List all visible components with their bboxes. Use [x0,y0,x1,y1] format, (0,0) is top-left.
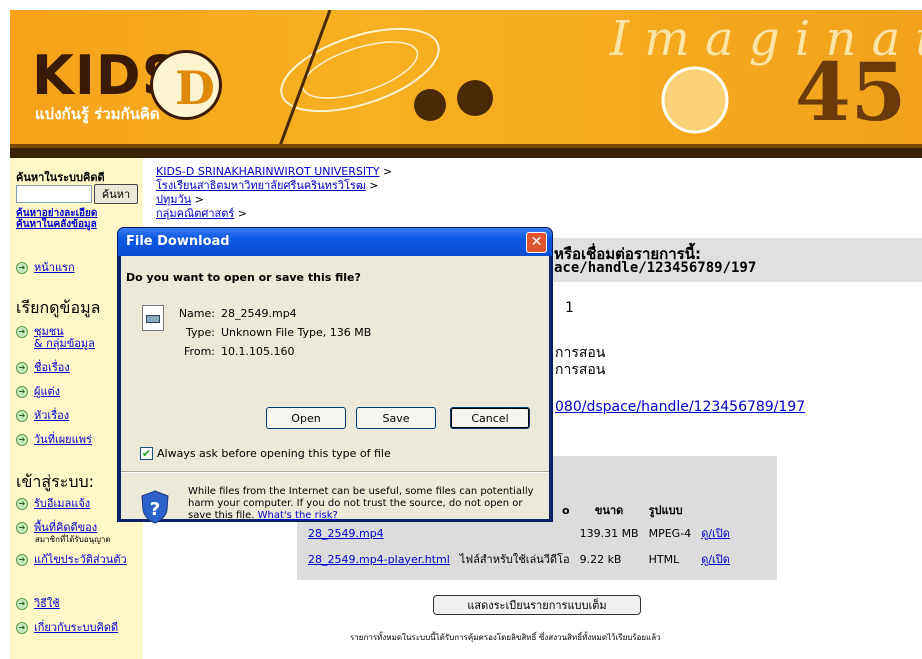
open-button[interactable]: Open [266,407,346,429]
sidebar-item-authors[interactable]: ➔ ผู้แต่ง [16,382,60,400]
breadcrumb: KIDS-D SRINAKHARINWIROT UNIVERSITY > โรง… [156,165,393,220]
dialog-question: Do you want to open or save this file? [126,271,361,284]
banner-artwork: I m a g i n a t i o 45 [278,10,922,146]
sidebar-search-input[interactable] [16,185,92,203]
logo-d-letter: D [175,61,215,115]
dialog-body: Do you want to open or save this file? N… [121,256,549,524]
table-row: 28_2549.mp4 139.31 MB MPEG-4 ดู/เปิด [303,520,735,546]
banner-bottom-bar [10,148,922,158]
copyright-notice: รายการทั้งหมดในระบบนี้ได้รับการคุ้มครองโ… [350,633,661,642]
file-description [455,520,575,546]
dialog-titlebar[interactable]: File Download ✕ [118,228,552,256]
sidebar-item-collections[interactable]: & กลุ่มข้อมูล [34,334,95,352]
site-banner: I m a g i n a t i o 45 KIDS D แบ่งกันรู้… [10,10,922,158]
sidebar-item-edit-profile[interactable]: ➔ แก้ไขประวัติส่วนตัว [16,550,127,568]
shield-icon: ? [141,490,169,524]
members-note: สมาชิกที่ได้รับอนุญาต [35,535,111,544]
item-field-value: 1 [565,300,574,316]
always-ask-checkbox[interactable]: ✔ [140,447,153,460]
dialog-divider [121,471,549,473]
file-format: HTML [648,552,680,566]
item-uri-link[interactable]: 080/dspace/handle/123456789/197 [555,399,805,415]
breadcrumb-math-group[interactable]: กลุ่มคณิตศาสตร์ [156,207,234,220]
breadcrumb-campus[interactable]: ปทุมวัน [156,193,191,206]
file-name-link[interactable]: 28_2549.mp4 [308,527,384,540]
dialog-title: File Download [126,234,230,249]
dialog-name-row: Name: 28_2549.mp4 [143,307,297,320]
table-row: 28_2549.mp4-player.html ไฟล์สำหรับใช้เล่… [303,546,735,572]
save-button[interactable]: Save [356,407,436,429]
arrow-icon: ➔ [16,497,28,510]
name-label: Name: [178,307,215,320]
sidebar-search-title: ค้นหาในระบบคิดดี [16,171,105,184]
cancel-button[interactable]: Cancel [450,407,530,429]
sidebar-search-button[interactable]: ค้นหา [94,184,138,204]
sidebar-item-subjects[interactable]: ➔ หัวเรื่อง [16,406,69,424]
file-view-link[interactable]: ดู/เปิด [701,527,730,540]
arrow-icon: ➔ [16,521,28,534]
warning-text: While files from the Internet can be use… [188,486,534,521]
from-value: 10.1.105.160 [221,345,295,358]
logo-d-badge: D [150,50,222,120]
type-value: Unknown File Type, 136 MB [221,326,372,339]
files-header-format: รูปแบบ [648,504,683,517]
file-download-dialog: File Download ✕ Do you want to open or s… [117,227,553,524]
login-heading: เข้าสู่ระบบ: [16,472,95,491]
file-view-link[interactable]: ดู/เปิด [701,553,730,566]
file-description: ไฟล์สำหรับใช้เล่นวีดีโอ [459,553,570,566]
risk-link[interactable]: What's the risk? [258,510,338,521]
citation-band: หรือเชื่อมต่อรายการนี้: ace/handle/12345… [544,238,922,282]
file-size: 9.22 kB [579,552,622,566]
arrow-icon: ➔ [16,553,28,566]
file-size: 139.31 MB [579,526,639,540]
arrow-icon: ➔ [16,385,28,398]
file-format: MPEG-4 [648,526,692,540]
arrow-icon: ➔ [16,621,28,634]
citation-handle: ace/handle/123456789/197 [554,260,757,276]
sidebar-item-titles[interactable]: ➔ ชื่อเรื่อง [16,358,70,376]
close-icon[interactable]: ✕ [526,232,547,253]
breadcrumb-university[interactable]: KIDS-D SRINAKHARINWIROT UNIVERSITY [156,165,380,178]
svg-text:45: 45 [795,45,906,139]
dialog-type-row: Type: Unknown File Type, 136 MB [143,326,371,339]
sidebar-item-email-alerts[interactable]: ➔ รับอีเมลแจ้ง [16,494,90,512]
always-ask-label[interactable]: Always ask before opening this type of f… [157,447,391,460]
type-label: Type: [186,326,215,339]
arrow-icon: ➔ [16,433,28,446]
dialog-from-row: From: 10.1.105.160 [143,345,294,358]
sidebar-item-help[interactable]: ➔ วิธีใช้ [16,594,60,612]
name-value: 28_2549.mp4 [221,307,297,320]
full-record-button[interactable]: แสดงระเบียนรายการแบบเต็ม [433,595,641,615]
breadcrumb-school[interactable]: โรงเรียนสาธิตมหาวิทยาลัยศรีนครินทรวิโรฒ [156,179,366,192]
arrow-icon: ➔ [16,409,28,422]
arrow-icon: ➔ [16,261,28,274]
dialog-warning: While files from the Internet can be use… [188,486,538,522]
arrow-icon: ➔ [16,361,28,374]
file-name-link[interactable]: 28_2549.mp4-player.html [308,553,450,566]
logo-tagline: แบ่งกันรู้ ร่วมกันคิด [35,105,160,123]
fulltext-search-link[interactable]: ค้นหาในคลังข้อมูล [16,217,97,232]
arrow-icon: ➔ [16,597,28,610]
svg-text:?: ? [150,499,160,520]
sidebar-item-dates[interactable]: ➔ วันที่เผยแพร่ [16,430,92,448]
browse-heading: เรียกดูข้อมูล [16,298,101,317]
arrow-icon: ➔ [16,325,28,338]
files-header-size: ขนาด [594,504,624,517]
item-subject-2: การสอน [555,362,606,378]
from-label: From: [184,345,215,358]
sidebar-item-about[interactable]: ➔ เกี่ยวกับระบบคิดดี [16,618,118,636]
sidebar-item-home[interactable]: ➔ หน้าแรก [16,258,75,276]
